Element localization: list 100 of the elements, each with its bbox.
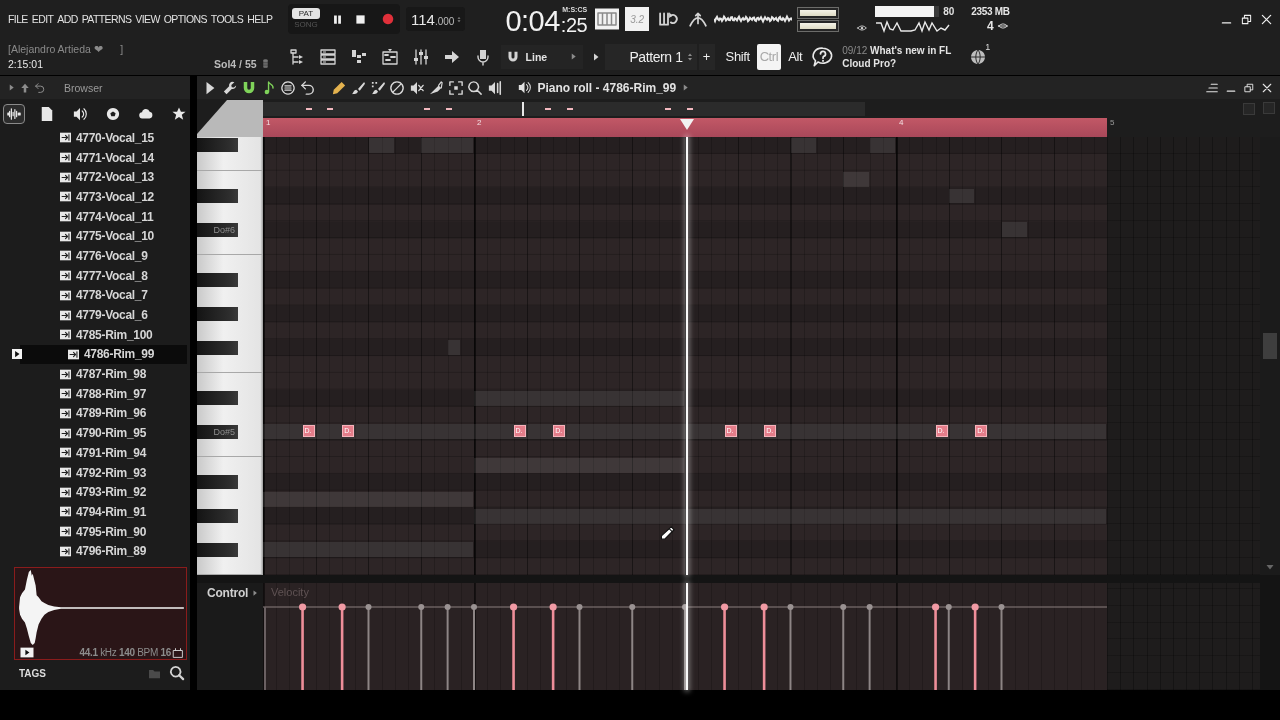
news-headline[interactable]: 09/12 What's new in FL Cloud Pro? [842, 43, 967, 70]
circle-lines-icon[interactable] [281, 80, 295, 95]
globe-icon[interactable] [970, 48, 987, 65]
brush-dots-icon[interactable] [370, 80, 385, 95]
browser-item[interactable]: 4785-Rim_100 [60, 325, 153, 344]
close-icon[interactable] [1262, 82, 1272, 93]
ghost-velocity-stem[interactable] [682, 604, 688, 691]
piano-keyboard[interactable]: Do#6 Do#5 [197, 137, 263, 575]
velocity-stem[interactable] [509, 603, 518, 690]
menu-item[interactable]: FILE [8, 12, 28, 26]
browser-item[interactable]: 4796-Rim_89 [60, 542, 147, 561]
velocity-stem[interactable] [338, 603, 346, 690]
steps-icon[interactable] [350, 48, 367, 65]
menu-item[interactable]: TOOLS [210, 12, 244, 26]
browser-item[interactable]: 4791-Rim_94 [60, 443, 147, 462]
undo-icon[interactable] [300, 80, 315, 95]
sharp-key[interactable] [197, 475, 238, 490]
restore-icon[interactable] [1244, 82, 1254, 93]
sharp-key[interactable] [197, 391, 238, 406]
browser-item[interactable]: 4787-Rim_98 [60, 365, 147, 384]
velocity-stem[interactable] [931, 603, 940, 690]
sample-preview[interactable]: 44.1 kHz 140 BPM 16 [14, 567, 187, 661]
up-arrow-icon[interactable] [20, 82, 30, 93]
scrollbar-thumb[interactable] [1263, 333, 1277, 359]
wrench-icon[interactable] [222, 80, 237, 95]
ghost-velocity-stem[interactable] [998, 604, 1005, 691]
caret-down-icon[interactable] [1266, 563, 1274, 571]
velocity-stem[interactable] [760, 603, 768, 690]
browser-item[interactable]: 4777-Vocal_8 [60, 266, 148, 285]
browser-item[interactable]: 4772-Vocal_13 [60, 168, 154, 187]
browser-item[interactable]: 4795-Rim_90 [60, 522, 147, 541]
control-label[interactable]: Control [207, 586, 249, 600]
browser-item[interactable]: 4790-Rim_95 [60, 424, 147, 443]
mode-toggle[interactable]: PAT [292, 8, 320, 19]
sharp-key[interactable] [197, 188, 238, 203]
playhead-marker[interactable] [679, 119, 694, 130]
browser-item[interactable]: 4775-Vocal_10 [60, 227, 154, 246]
ghost-velocity-stem[interactable] [629, 604, 636, 691]
sharp-key[interactable]: Do#6 [197, 222, 238, 237]
eye-icon[interactable] [856, 23, 869, 33]
sharp-key[interactable]: Do#5 [197, 424, 238, 439]
arch-icon[interactable] [688, 10, 709, 28]
knife-icon[interactable] [429, 80, 443, 95]
velocity-stem[interactable] [549, 603, 557, 690]
browser-item[interactable]: 4793-Rim_92 [60, 483, 147, 502]
calendar-icon[interactable] [173, 647, 183, 658]
browser-item[interactable]: 4786-Rim_99 [20, 344, 187, 364]
caret-icon[interactable] [591, 52, 600, 61]
ghost-velocity-stem[interactable] [471, 604, 477, 691]
browser-item[interactable]: 4776-Vocal_9 [60, 246, 148, 265]
pause-icon[interactable] [332, 13, 343, 25]
magnet-icon[interactable] [242, 80, 256, 95]
tempo-field[interactable]: 114.000 [406, 7, 466, 31]
caret-icon[interactable] [252, 590, 259, 596]
help-icon[interactable] [813, 46, 834, 67]
browser-tab[interactable] [3, 103, 25, 124]
record-icon[interactable] [382, 13, 394, 25]
search-icon[interactable] [170, 666, 184, 681]
loop-icon[interactable] [658, 10, 679, 28]
modifier-key[interactable]: Alt [785, 43, 806, 70]
piano-roll-icon[interactable] [381, 48, 398, 65]
modifier-key[interactable]: Shift [722, 43, 753, 70]
speaker-bars-icon[interactable] [487, 80, 502, 95]
no-entry-icon[interactable] [390, 80, 404, 95]
restore-icon[interactable] [1241, 13, 1252, 25]
ghost-velocity-stem[interactable] [576, 604, 583, 691]
arrow-right-icon[interactable] [443, 48, 460, 65]
snap-dropdown[interactable]: Line [500, 44, 583, 69]
ghost-velocity-stem[interactable] [787, 604, 794, 691]
speaker-mute-icon[interactable] [409, 80, 424, 95]
velocity-stem[interactable] [720, 603, 729, 690]
sharp-key[interactable] [197, 340, 238, 355]
browser-item[interactable]: 4771-Vocal_14 [60, 148, 154, 167]
velocity-stem[interactable] [971, 603, 979, 690]
zoom-icon[interactable] [468, 80, 482, 95]
browser-item[interactable]: 4789-Rim_96 [60, 404, 147, 423]
caret-icon[interactable] [682, 84, 690, 91]
close-icon[interactable] [1261, 13, 1272, 25]
horizontal-scrollbar[interactable] [263, 101, 865, 116]
brush-icon[interactable] [351, 80, 365, 95]
pencil-icon[interactable] [331, 80, 346, 95]
stop-icon[interactable] [355, 13, 366, 25]
ghost-velocity-stem[interactable] [840, 604, 847, 691]
sharp-key[interactable] [197, 138, 238, 153]
ghost-velocity-stem[interactable] [945, 604, 952, 691]
select-icon[interactable] [448, 80, 463, 95]
browser-item[interactable]: 4773-Vocal_12 [60, 187, 154, 206]
browser-item[interactable]: 4794-Rim_91 [60, 502, 147, 521]
menu-item[interactable]: OPTIONS [163, 12, 207, 26]
menu-item[interactable]: EDIT [31, 12, 54, 26]
ghost-velocity-stem[interactable] [365, 604, 372, 691]
ghost-velocity-stem[interactable] [866, 604, 873, 691]
lines-icon[interactable] [1206, 81, 1218, 94]
sharp-key[interactable] [197, 306, 238, 321]
play-icon[interactable] [18, 646, 36, 660]
pattern-selector[interactable]: Pattern 1 [604, 43, 697, 70]
menu-item[interactable]: VIEW [135, 12, 160, 26]
sharp-key[interactable] [197, 542, 238, 557]
browser-item[interactable]: 4779-Vocal_6 [60, 306, 148, 325]
list-icon[interactable] [319, 48, 336, 65]
